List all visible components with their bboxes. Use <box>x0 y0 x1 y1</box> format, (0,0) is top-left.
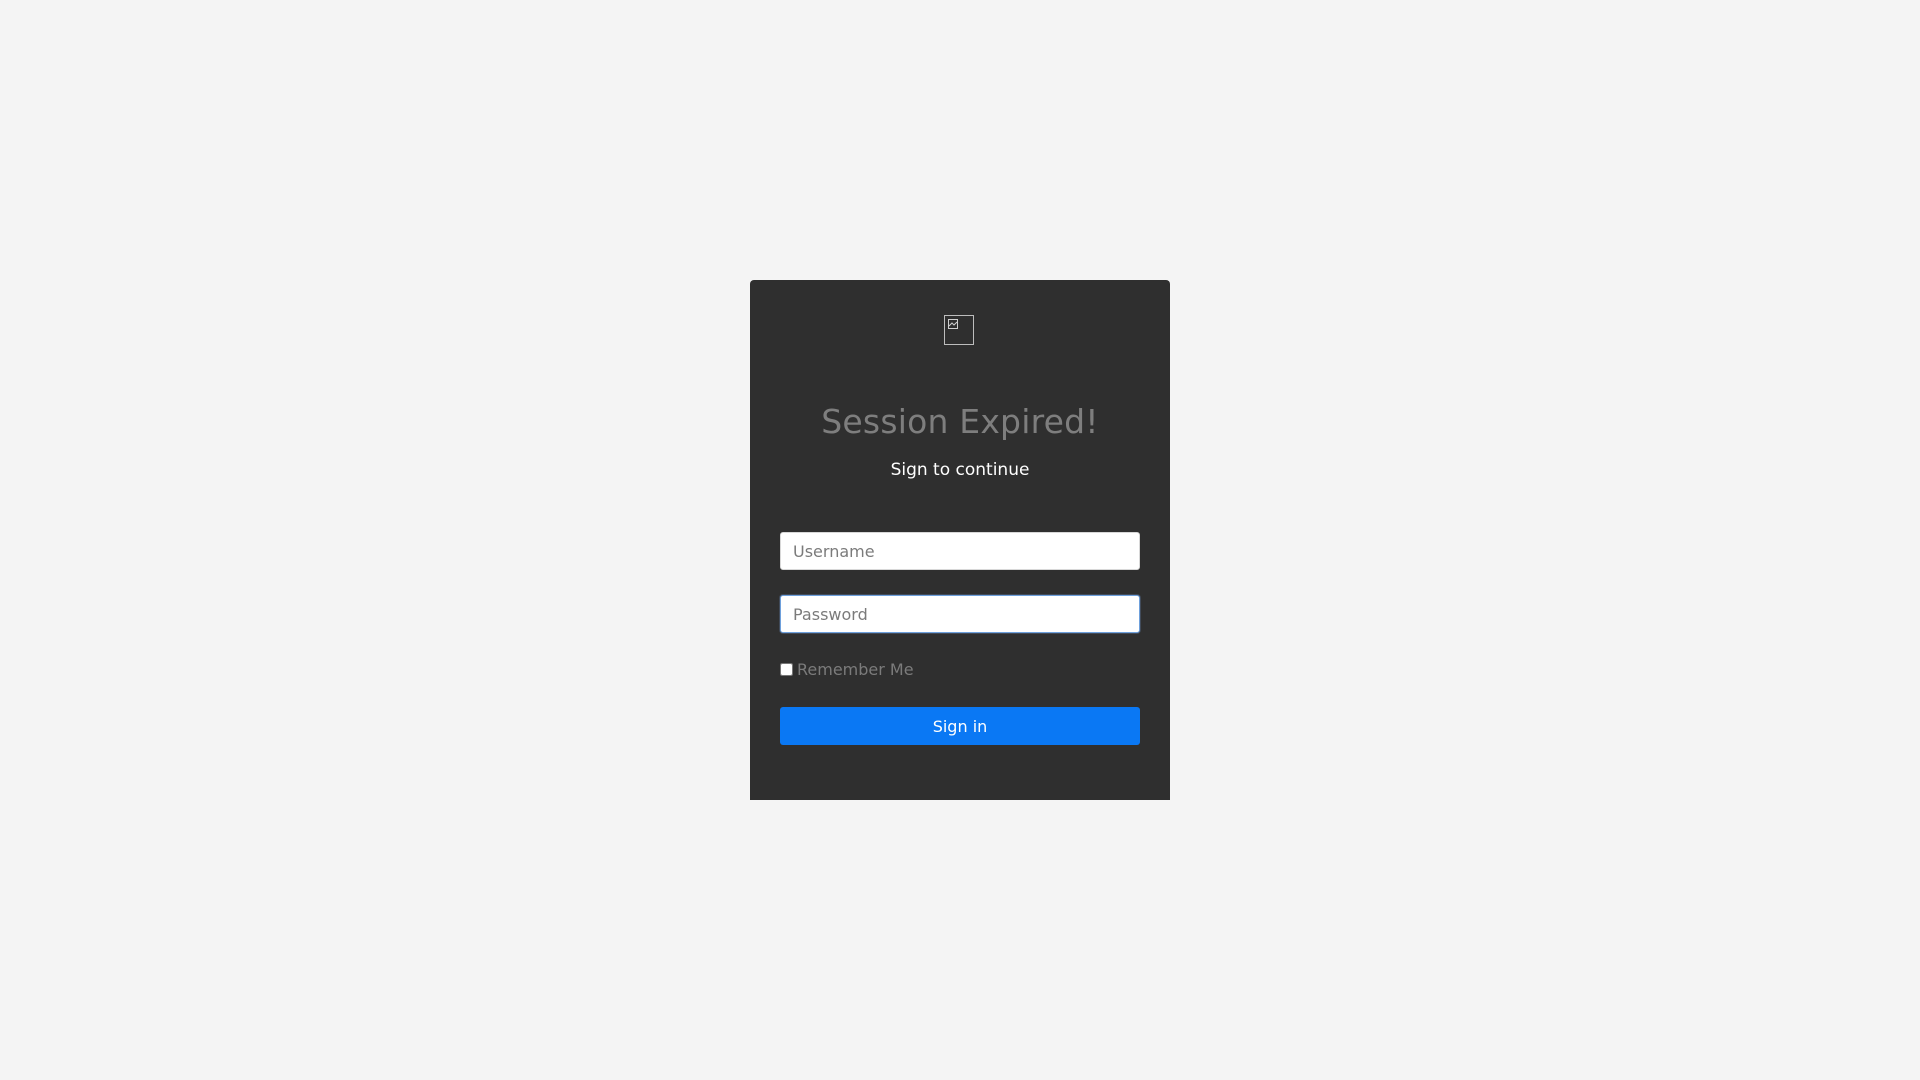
page-subtitle: Sign to continue <box>890 460 1030 480</box>
page: Session Expired! Sign to continue Rememb… <box>0 0 1920 1080</box>
username-field[interactable] <box>780 532 1140 570</box>
sign-in-button[interactable]: Sign in <box>780 707 1140 745</box>
logo <box>944 315 974 345</box>
login-card: Session Expired! Sign to continue Rememb… <box>750 280 1170 800</box>
password-field[interactable] <box>780 595 1140 633</box>
remember-checkbox[interactable] <box>780 663 793 676</box>
broken-image-icon <box>948 319 958 329</box>
remember-me[interactable]: Remember Me <box>780 660 914 679</box>
remember-label: Remember Me <box>797 660 914 679</box>
page-title: Session Expired! <box>821 402 1099 441</box>
